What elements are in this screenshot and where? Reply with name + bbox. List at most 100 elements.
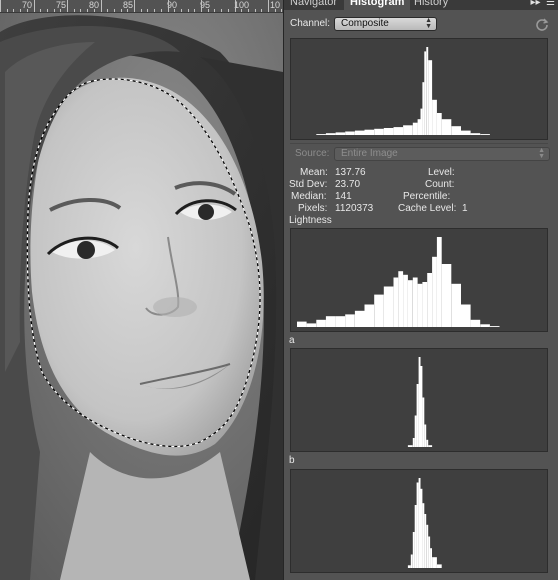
histogram-bin — [424, 51, 427, 135]
ruler-tick — [107, 9, 109, 12]
ruler-label: 90 — [167, 0, 178, 10]
ruler-tick — [67, 0, 68, 12]
histogram-bin — [470, 133, 481, 135]
histogram-bin — [436, 564, 442, 568]
histogram-bin — [417, 119, 421, 135]
histogram-bin — [441, 264, 452, 327]
histogram-bin — [427, 273, 432, 327]
histogram-bin — [426, 47, 429, 135]
ruler-tick — [227, 9, 229, 12]
histogram-bin — [426, 439, 429, 447]
ruler-tick — [120, 9, 122, 12]
panel-tab-bar: Navigator Histogram History ▸▸ ☰ — [284, 0, 558, 10]
median-label: Median: — [291, 191, 327, 202]
ruler-tick — [87, 9, 89, 12]
histogram-bin — [407, 565, 411, 568]
histogram-bin — [412, 277, 418, 327]
histogram-bin — [410, 554, 413, 568]
ruler-tick — [53, 9, 55, 12]
lightness-channel-label: Lightness — [289, 215, 332, 226]
ruler-tick — [201, 0, 202, 12]
histogram-bin — [345, 314, 355, 327]
portrait-photo — [0, 12, 283, 580]
ruler-tick — [274, 9, 276, 12]
updown-arrows-icon: ▲ ▼ — [538, 147, 545, 160]
ruler-tick — [247, 9, 249, 12]
source-select[interactable]: Entire Image ▲ ▼ — [334, 147, 550, 161]
histogram-bin — [436, 237, 442, 327]
histogram-bin — [412, 438, 415, 447]
source-label: Source: — [295, 148, 330, 159]
histogram-bin — [364, 304, 375, 327]
histogram-bin — [461, 130, 471, 135]
histogram-bin — [393, 277, 399, 327]
histogram-bin — [420, 108, 423, 135]
histogram-bin — [428, 536, 431, 568]
a-channel-label: a — [289, 335, 295, 346]
histogram-bin — [430, 548, 432, 568]
histogram-bin — [417, 283, 423, 327]
image-canvas[interactable]: 70 75 80 85 90 95 100 10 — [0, 0, 283, 580]
ruler-tick — [147, 9, 149, 12]
histogram-bin — [480, 134, 490, 135]
histogram-bin — [441, 119, 452, 135]
histogram-bin — [407, 445, 413, 447]
histogram-bin — [432, 557, 437, 568]
histogram-bin — [422, 82, 425, 135]
histogram-bin — [403, 125, 413, 135]
histogram-bin — [451, 283, 461, 327]
ruler-tick — [93, 9, 95, 12]
tab-histogram[interactable]: Histogram — [344, 0, 411, 10]
histogram-bin — [420, 488, 423, 568]
ruler-tick — [254, 9, 256, 12]
tab-history[interactable]: History — [408, 0, 454, 10]
histogram-bin — [428, 445, 433, 447]
std-dev-label: Std Dev: — [289, 179, 328, 190]
histogram-bin — [489, 326, 500, 327]
ruler-tick — [134, 0, 135, 12]
std-dev-value: 23.70 — [335, 179, 361, 190]
histogram-bin — [335, 132, 346, 135]
histogram-bin — [418, 357, 421, 447]
ruler-tick — [20, 9, 22, 12]
ruler-tick — [73, 9, 75, 12]
tab-navigator[interactable]: Navigator — [284, 0, 343, 10]
histogram-bin — [354, 130, 365, 135]
ruler-tick — [113, 9, 115, 12]
ruler-tick — [174, 9, 176, 12]
histogram-bin — [403, 274, 408, 327]
ruler-tick — [46, 9, 48, 12]
ruler-tick — [221, 9, 223, 12]
ruler-tick — [0, 0, 1, 12]
histogram-bin — [412, 122, 418, 135]
median-value: 141 — [335, 191, 352, 202]
ruler-tick — [167, 0, 169, 12]
histogram-bin — [416, 384, 419, 447]
histogram-bin — [436, 113, 442, 135]
percentile-label: Percentile: — [403, 191, 451, 202]
mean-value: 137.76 — [335, 167, 366, 178]
ruler-tick — [241, 9, 243, 12]
histogram-bin — [470, 319, 481, 327]
ruler-tick — [194, 9, 196, 12]
histogram-bin — [480, 324, 490, 327]
histogram-bin — [383, 128, 394, 135]
histogram-panel: Navigator Histogram History ▸▸ ☰ Channel… — [283, 0, 558, 580]
ruler-tick — [26, 9, 28, 12]
ruler-tick — [100, 0, 102, 12]
level-label: Level: — [428, 167, 455, 178]
histogram-bin — [422, 397, 425, 447]
histogram-bin — [374, 128, 384, 135]
histogram-bin — [398, 271, 404, 327]
panel-menu-icon[interactable]: ▸▸ ☰ — [530, 0, 555, 8]
ruler-tick — [40, 9, 42, 12]
histogram-bin — [422, 503, 425, 568]
channel-select[interactable]: Composite ▲ ▼ — [334, 17, 437, 31]
refresh-icon[interactable] — [535, 17, 549, 31]
histogram-bin — [383, 286, 394, 327]
mean-label: Mean: — [300, 167, 328, 178]
histogram-bin — [461, 304, 471, 327]
divider — [290, 143, 548, 144]
histogram-bin — [420, 366, 423, 447]
ruler-tick — [268, 0, 269, 12]
